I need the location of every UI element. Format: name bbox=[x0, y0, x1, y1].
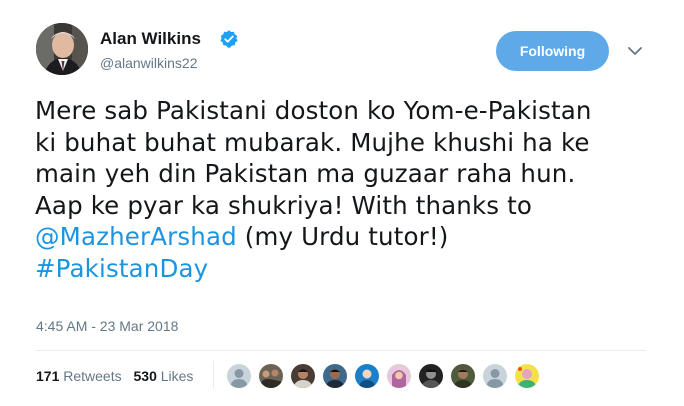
retweets-label: Retweets bbox=[63, 368, 122, 384]
portrait-photo-icon bbox=[451, 364, 475, 388]
portrait-photo-icon bbox=[323, 364, 347, 388]
tweet-text-line: main yeh din Pakistan ma guzaar raha hun… bbox=[35, 159, 576, 188]
verified-badge-icon bbox=[220, 30, 238, 48]
likes-label: Likes bbox=[160, 368, 194, 384]
retweets-count: 171 bbox=[36, 368, 60, 384]
divider bbox=[36, 350, 646, 351]
tweet-text-line: Aap ke pyar ka shukriya! With thanks to bbox=[35, 190, 533, 220]
tweet-text-line: Mere sab Pakistani doston ko Yom-e-Pakis… bbox=[35, 96, 592, 125]
likes-stat[interactable]: 530 Likes bbox=[134, 368, 194, 384]
liker-avatar[interactable] bbox=[386, 363, 412, 389]
following-button[interactable]: Following bbox=[496, 31, 609, 71]
liker-avatar[interactable] bbox=[450, 363, 476, 389]
default-avatar-icon bbox=[483, 364, 507, 388]
liker-avatar[interactable] bbox=[418, 363, 444, 389]
tweet-text-line: @MazherArshad (my Urdu tutor!) bbox=[35, 221, 665, 253]
retweets-stat[interactable]: 171 Retweets bbox=[36, 368, 122, 384]
avatar-photo-icon bbox=[36, 23, 88, 75]
liker-avatar[interactable] bbox=[226, 363, 252, 389]
hijab-avatar-icon bbox=[387, 364, 411, 388]
hashtag-link[interactable]: #PakistanDay bbox=[35, 254, 208, 283]
liker-avatar[interactable] bbox=[290, 363, 316, 389]
colorful-avatar-icon bbox=[515, 364, 539, 388]
tweet-card: Alan Wilkins @alanwilkins22 Following Me… bbox=[0, 0, 684, 406]
tweet-text: Mere sab Pakistani doston ko Yom-e-Pakis… bbox=[35, 95, 665, 284]
likes-count: 530 bbox=[133, 368, 157, 384]
stats-separator bbox=[213, 361, 214, 389]
user-handle[interactable]: @alanwilkins22 bbox=[100, 55, 197, 71]
liker-avatar[interactable] bbox=[322, 363, 348, 389]
chevron-down-icon[interactable] bbox=[625, 41, 645, 61]
liker-avatar[interactable] bbox=[482, 363, 508, 389]
liker-avatar[interactable] bbox=[258, 363, 284, 389]
portrait-photo-icon bbox=[291, 364, 315, 388]
portrait-photo-icon bbox=[419, 364, 443, 388]
liker-avatars bbox=[226, 363, 546, 389]
liker-avatar[interactable] bbox=[354, 363, 380, 389]
display-name[interactable]: Alan Wilkins bbox=[100, 29, 201, 49]
tweet-text-segment: (my Urdu tutor!) bbox=[236, 222, 449, 251]
user-avatar[interactable] bbox=[36, 23, 88, 75]
blue-avatar-icon bbox=[355, 364, 379, 388]
tweet-text-line: ki buhat buhat mubarak. Mujhe khushi ha … bbox=[35, 127, 590, 157]
tweet-timestamp[interactable]: 4:45 AM - 23 Mar 2018 bbox=[36, 318, 178, 334]
liker-avatar[interactable] bbox=[514, 363, 540, 389]
tweet-stats: 171 Retweets 530 Likes bbox=[36, 368, 193, 384]
group-photo-icon bbox=[259, 364, 283, 388]
mention-link[interactable]: @MazherArshad bbox=[35, 222, 237, 251]
default-avatar-icon bbox=[227, 364, 251, 388]
tweet-text-line: #PakistanDay bbox=[35, 253, 665, 285]
